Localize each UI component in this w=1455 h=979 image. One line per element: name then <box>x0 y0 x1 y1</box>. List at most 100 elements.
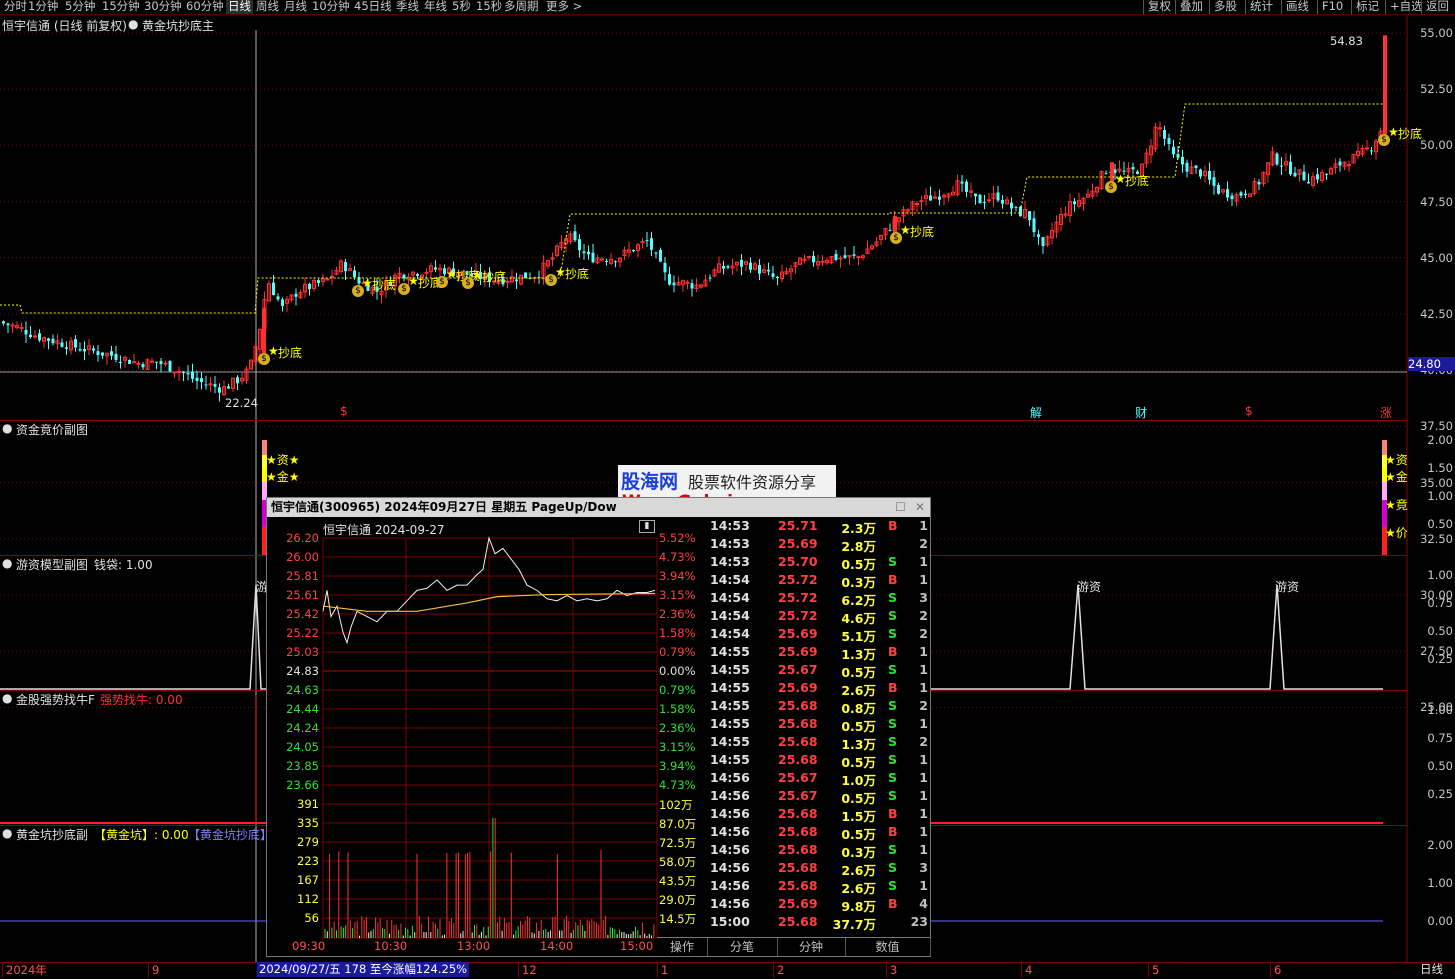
tick-row: 14:55 25.68 0.5万 S 1 <box>708 716 930 734</box>
period-tab-6[interactable]: 日线 <box>226 0 253 14</box>
toolbar-right-8[interactable]: 返回 <box>1421 0 1449 14</box>
candle-body <box>92 348 95 351</box>
candle-body <box>218 387 221 393</box>
tick-direction: S <box>888 608 898 623</box>
period-tab-16[interactable]: 更多 > <box>544 0 584 14</box>
volume-label: 112 <box>297 892 319 906</box>
popup-tab-2[interactable]: 分钟 <box>777 938 846 956</box>
period-tab-0[interactable]: 分时 <box>2 0 29 14</box>
maximize-icon[interactable]: ☐ <box>895 498 906 517</box>
candle-body <box>47 338 50 341</box>
intraday-popup[interactable]: 恒宇信通(300965) 2024年09月27日 星期五 PageUp/Down… <box>266 497 931 957</box>
period-tab-14[interactable]: 15秒 <box>474 0 504 14</box>
price-label: 24.44 <box>286 702 319 716</box>
candle-body <box>1019 206 1022 217</box>
tick-count: 1 <box>919 554 928 569</box>
period-tab-3[interactable]: 15分钟 <box>100 0 142 14</box>
panel3-circle-icon[interactable]: ● <box>2 556 12 570</box>
event-marker[interactable]: $ <box>1245 404 1253 418</box>
tick-volume: 0.3万 <box>841 575 876 590</box>
tick-count: 2 <box>919 734 928 749</box>
candle-body <box>191 371 194 379</box>
tick-row: 14:55 25.69 2.6万 B 1 <box>708 680 930 698</box>
date-label: 1 <box>657 963 668 978</box>
tick-price: 25.69 <box>778 644 818 659</box>
candle-body <box>708 277 712 279</box>
period-tab-1[interactable]: 1分钟 <box>26 0 60 14</box>
period-tab-8[interactable]: 月线 <box>282 0 309 14</box>
tick-count: 1 <box>919 680 928 695</box>
popup-tab-3[interactable]: 数值 <box>845 938 931 956</box>
tick-direction: B <box>888 572 898 587</box>
panel2-circle-icon[interactable]: ● <box>2 421 12 435</box>
period-tab-5[interactable]: 60分钟 <box>184 0 226 14</box>
event-marker[interactable]: $ <box>340 404 348 418</box>
tick-count: 1 <box>919 572 928 587</box>
axis-tick: 0.25 <box>1427 652 1453 666</box>
tick-time: 14:54 <box>710 608 750 623</box>
period-tab-7[interactable]: 周线 <box>254 0 281 14</box>
panel4-circle-icon[interactable]: ● <box>2 691 12 705</box>
candle-body <box>1338 161 1342 166</box>
tick-time: 14:55 <box>710 734 750 749</box>
toolbar-right-2[interactable]: 多股 <box>1209 0 1237 14</box>
popup-titlebar[interactable]: 恒宇信通(300965) 2024年09月27日 星期五 PageUp/Down… <box>267 498 930 517</box>
date-label: 3 <box>886 963 897 978</box>
axis-tick: 42.50 <box>1420 307 1453 321</box>
pct-label: 3.94% <box>659 569 696 583</box>
axis-tick: 0.25 <box>1427 787 1453 801</box>
pct-label: 4.73% <box>659 550 696 564</box>
tick-price: 25.67 <box>778 770 818 785</box>
candle-body <box>632 249 635 252</box>
candle-body <box>767 269 770 272</box>
toolbar-right-4[interactable]: 画线 <box>1281 0 1309 14</box>
period-tab-12[interactable]: 年线 <box>422 0 449 14</box>
toolbar-right-7[interactable]: +自选 <box>1385 0 1423 14</box>
toolbar-right-3[interactable]: 统计 <box>1245 0 1273 14</box>
candle-body <box>812 255 815 263</box>
tick-price: 25.68 <box>778 878 818 893</box>
indicator-name[interactable]: 黄金坑抄底主 <box>142 17 214 34</box>
candle-body <box>1104 173 1108 175</box>
period-tab-4[interactable]: 30分钟 <box>142 0 184 14</box>
popup-tab-1[interactable]: 分笔 <box>707 938 778 956</box>
panel5-title[interactable]: 黄金坑抄底副 <box>16 826 88 843</box>
panel2-title[interactable]: 资金竟价副图 <box>16 421 88 438</box>
volume-scale-label: 72.5万 <box>659 836 697 850</box>
period-tab-11[interactable]: 季线 <box>394 0 421 14</box>
close-icon[interactable]: ✕ <box>915 498 925 517</box>
volume-label: 279 <box>297 835 319 849</box>
toolbar-right-1[interactable]: 叠加 <box>1175 0 1203 14</box>
pct-label: 1.58% <box>659 626 696 640</box>
volume-label: 335 <box>297 816 319 830</box>
period-tab-2[interactable]: 5分钟 <box>63 0 97 14</box>
tick-direction: S <box>888 842 898 857</box>
candle-body <box>182 371 185 374</box>
toolbar-right-0[interactable]: 复权 <box>1143 0 1171 14</box>
popup-tab-0[interactable]: 操作 <box>657 938 708 956</box>
panel4-title[interactable]: 金股强势找牛F <box>16 691 95 708</box>
period-tab-15[interactable]: 多周期 <box>502 0 541 14</box>
toolbar-right-5[interactable]: F10 <box>1317 0 1343 14</box>
candle-body <box>1230 195 1234 200</box>
axis-tick: 0.75 <box>1427 596 1453 610</box>
period-tab-9[interactable]: 10分钟 <box>310 0 352 14</box>
toolbar-right-6[interactable]: 标记 <box>1351 0 1379 14</box>
indicator-circle-icon[interactable]: ● <box>128 17 138 31</box>
volume-scale-label: 58.0万 <box>659 855 697 869</box>
event-marker[interactable]: 涨 <box>1380 404 1392 421</box>
period-tab-10[interactable]: 45日线 <box>352 0 394 14</box>
candle-body <box>294 293 298 297</box>
candle-body <box>434 267 437 270</box>
event-marker[interactable]: 财 <box>1135 404 1147 421</box>
axis-tick: 0.00 <box>1427 914 1453 928</box>
panel3-title[interactable]: 游资模型副图 <box>16 556 88 573</box>
period-tab-13[interactable]: 5秒 <box>450 0 473 14</box>
tick-list[interactable]: 14:53 25.71 2.3万 B 1 14:53 25.69 2.8万 2 14:53 25.7… <box>708 518 930 936</box>
event-marker[interactable]: 解 <box>1030 404 1042 421</box>
tick-count: 1 <box>919 788 928 803</box>
tick-volume: 37.7万 <box>832 917 876 932</box>
tick-volume: 0.5万 <box>841 665 876 680</box>
pct-label: 5.52% <box>659 531 696 545</box>
panel5-circle-icon[interactable]: ● <box>2 826 12 840</box>
